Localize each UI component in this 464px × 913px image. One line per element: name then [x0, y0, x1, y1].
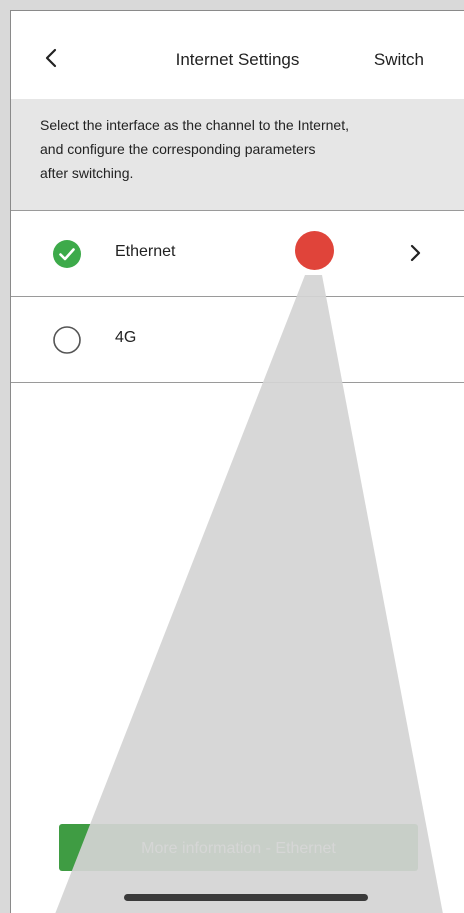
check-circle-icon — [53, 240, 81, 268]
option-ethernet[interactable]: Ethernet — [11, 211, 464, 297]
description-line: after switching. — [40, 165, 134, 181]
description-line: Select the interface as the channel to t… — [40, 117, 349, 133]
more-information-button[interactable]: More information - Ethernet — [59, 824, 418, 871]
home-indicator — [124, 894, 368, 901]
option-label: 4G — [115, 329, 137, 346]
description-panel: Select the interface as the channel to t… — [11, 99, 464, 211]
radio-empty-icon — [53, 326, 81, 354]
tap-marker — [295, 231, 334, 270]
switch-button[interactable]: Switch — [374, 50, 424, 70]
nav-bar: Internet Settings Switch — [11, 11, 464, 100]
option-4g[interactable]: 4G — [11, 297, 464, 383]
chevron-right-icon[interactable] — [406, 243, 426, 263]
option-label: Ethernet — [115, 243, 176, 260]
phone-screen: Internet Settings Switch Select the inte… — [10, 10, 464, 913]
description-line: and configure the corresponding paramete… — [40, 141, 316, 157]
